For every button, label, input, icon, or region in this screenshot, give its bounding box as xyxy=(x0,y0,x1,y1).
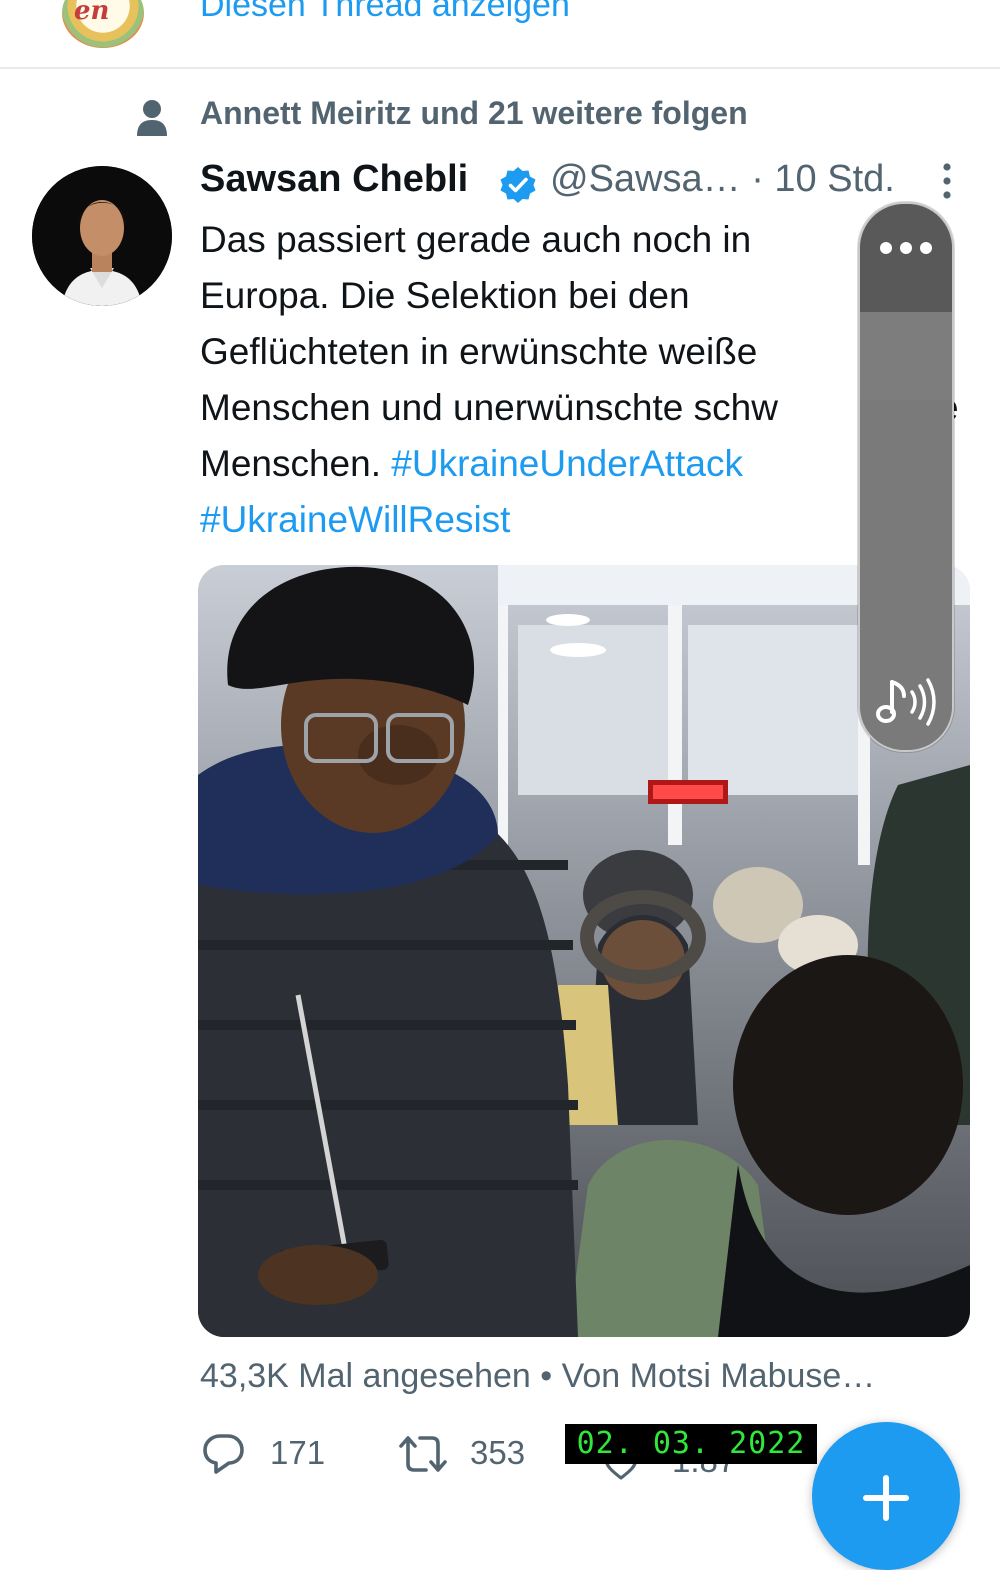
tweet-video[interactable] xyxy=(198,565,970,1337)
person-icon xyxy=(137,100,167,136)
author-avatar-image xyxy=(32,166,172,306)
tweet-text-main: Das passiert gerade auch noch in Europa.… xyxy=(200,219,778,428)
author-avatar[interactable] xyxy=(32,166,172,306)
author-name[interactable]: Sawsan Chebli xyxy=(200,158,468,201)
reply-count: 171 xyxy=(270,1434,326,1471)
hashtag-ukraine-under-attack[interactable]: #UkraineUnderAttack xyxy=(391,443,743,484)
retweet-count: 353 xyxy=(470,1434,526,1471)
music-volume-icon xyxy=(876,678,936,726)
author-handle-and-time[interactable]: @Sawsa… · 10 Std. xyxy=(550,158,895,201)
views-and-source[interactable]: 43,3K Mal angesehen • Von Motsi Mabuse… xyxy=(200,1357,875,1396)
tweet-text-tail: Menschen. xyxy=(200,443,381,484)
date-stamp-overlay: 02. 03. 2022 xyxy=(565,1424,817,1464)
show-thread-link[interactable]: Diesen Thread anzeigen xyxy=(200,0,570,25)
more-horizontal-icon[interactable] xyxy=(878,240,934,256)
video-frame-image xyxy=(198,565,970,1337)
plus-icon xyxy=(863,1475,909,1521)
hashtag-ukraine-will-resist[interactable]: #UkraineWillResist xyxy=(200,499,510,540)
thread-avatar-logo: en xyxy=(74,0,110,26)
more-vertical-icon[interactable] xyxy=(936,160,958,202)
social-context: Annett Meiritz und 21 weitere folgen xyxy=(200,95,748,131)
tweet-divider xyxy=(0,67,1000,69)
thread-avatar[interactable]: en xyxy=(62,0,144,48)
verified-badge-icon xyxy=(500,167,536,203)
reply-icon[interactable] xyxy=(202,1432,246,1476)
volume-panel[interactable] xyxy=(858,202,954,752)
volume-menu-area[interactable] xyxy=(860,204,952,312)
retweet-icon[interactable] xyxy=(398,1432,448,1476)
tweet-text: Das passiert gerade auch noch in Europa.… xyxy=(200,212,860,548)
compose-tweet-button[interactable] xyxy=(812,1422,960,1570)
